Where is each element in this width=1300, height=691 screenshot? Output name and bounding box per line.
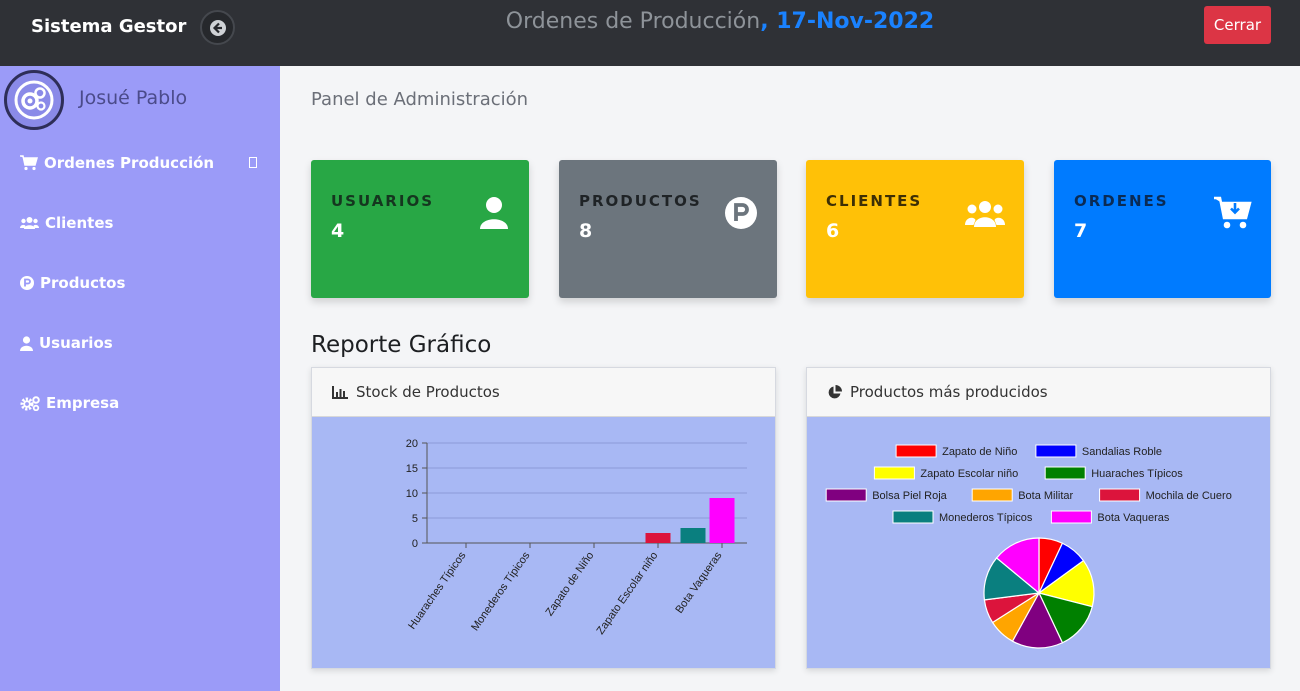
- x-tick-label: Bota Vaqueras: [673, 549, 724, 615]
- stock-chart-card: Stock de Productos 0 5 10 15 20 Huaraches Típ…: [311, 367, 776, 669]
- legend-swatch: [825, 488, 867, 502]
- card-label: ORDENES: [1074, 192, 1169, 210]
- legend-swatch: [1035, 444, 1077, 458]
- y-tick-label: 5: [412, 513, 418, 525]
- legend-label: Sandalias Roble: [1082, 446, 1162, 458]
- submenu-indicator-icon: [249, 157, 257, 168]
- legend-swatch: [895, 444, 937, 458]
- sidebar-item-clientes[interactable]: Clientes: [20, 214, 113, 232]
- sidebar-item-label: Usuarios: [39, 334, 113, 352]
- page-title-text: Ordenes de Producción: [505, 9, 761, 34]
- card-label: PRODUCTOS: [579, 192, 702, 210]
- legend-swatch: [892, 510, 934, 524]
- cart-download-icon: [1214, 196, 1252, 229]
- bar: [680, 528, 706, 543]
- card-usuarios[interactable]: USUARIOS 4: [311, 160, 529, 298]
- report-title: Reporte Gráfico: [311, 332, 492, 358]
- legend-swatch: [873, 466, 915, 480]
- pie-chart-card: Productos más producidos Zapato de Niño S…: [806, 367, 1271, 669]
- sidebar-item-empresa[interactable]: Empresa: [20, 394, 119, 412]
- legend-swatch: [1099, 488, 1141, 502]
- card-label: USUARIOS: [331, 192, 434, 210]
- chart-header: Productos más producidos: [807, 368, 1270, 417]
- chart-title: Productos más producidos: [850, 383, 1048, 401]
- card-clientes[interactable]: CLIENTES 6: [806, 160, 1024, 298]
- sidebar-item-label: Productos: [40, 274, 126, 292]
- bar: [709, 498, 735, 543]
- x-tick-label: Huaraches Típicos: [406, 549, 469, 631]
- chart-header: Stock de Productos: [312, 368, 775, 417]
- card-value: 7: [1074, 220, 1088, 242]
- x-tick-label: Zapato de Niño: [543, 550, 596, 618]
- card-value: 4: [331, 220, 345, 242]
- sidebar-item-label: Empresa: [46, 394, 120, 412]
- sidebar-item-ordenes[interactable]: Ordenes Producción: [20, 154, 214, 172]
- sidebar-item-productos[interactable]: Productos: [20, 274, 125, 292]
- avatar[interactable]: [4, 70, 64, 130]
- close-button[interactable]: Cerrar: [1204, 6, 1271, 44]
- card-label: CLIENTES: [826, 192, 923, 210]
- product-p-icon: [725, 197, 757, 229]
- user-icon: [480, 197, 508, 229]
- sidebar-item-label: Ordenes Producción: [44, 154, 215, 172]
- pie-chart-icon: [828, 384, 842, 398]
- bar: [645, 533, 671, 543]
- panel-title: Panel de Administración: [311, 89, 529, 110]
- legend-label: Huaraches Típicos: [1091, 468, 1183, 480]
- bar-chart-icon: [332, 385, 348, 399]
- page-title: Ordenes de Producción, 17-Nov-2022: [0, 9, 1300, 34]
- sidebar: Josué Pablo Ordenes Producción Clientes …: [0, 66, 280, 691]
- legend-label: Zapato de Niño: [942, 446, 1017, 458]
- cogs-icon: [20, 395, 40, 411]
- user-icon: [20, 335, 33, 351]
- legend-swatch: [971, 488, 1013, 502]
- page-title-date: , 17-Nov-2022: [760, 9, 935, 34]
- gears-logo-icon: [14, 80, 54, 120]
- card-productos[interactable]: PRODUCTOS 8: [559, 160, 777, 298]
- legend-label: Bolsa Piel Roja: [872, 490, 947, 502]
- chart-title: Stock de Productos: [356, 383, 500, 401]
- sidebar-item-usuarios[interactable]: Usuarios: [20, 334, 113, 352]
- bar-chart: 0 5 10 15 20 Huaraches Típicos Monederos Típic…: [406, 438, 747, 637]
- card-ordenes[interactable]: ORDENES 7: [1054, 160, 1271, 298]
- y-tick-label: 10: [406, 488, 418, 500]
- y-tick-label: 0: [412, 538, 418, 550]
- card-value: 6: [826, 220, 840, 242]
- y-tick-label: 20: [406, 438, 418, 450]
- users-icon: [20, 217, 39, 229]
- legend-label: Bota Vaqueras: [1097, 512, 1169, 524]
- legend-label: Zapato Escolar niño: [920, 468, 1018, 480]
- product-p-icon: [20, 276, 34, 290]
- x-tick-label: Monederos Típicos: [469, 549, 533, 633]
- pie-chart: Zapato de Niño Sandalias Roble Zapato Esco…: [825, 444, 1232, 649]
- users-icon: [965, 201, 1005, 227]
- legend-label: Monederos Típicos: [939, 512, 1033, 524]
- legend-swatch: [1050, 510, 1092, 524]
- sidebar-item-label: Clientes: [45, 214, 114, 232]
- legend-label: Bota Militar: [1018, 490, 1073, 502]
- user-name: Josué Pablo: [79, 87, 188, 109]
- x-tick-label: Zapato Escolar niño: [595, 550, 661, 637]
- legend-label: Mochila de Cuero: [1146, 490, 1232, 502]
- cart-icon: [20, 155, 38, 171]
- card-value: 8: [579, 220, 593, 242]
- legend-swatch: [1044, 466, 1086, 480]
- y-tick-label: 15: [406, 463, 418, 475]
- top-bar: Sistema Gestor Ordenes de Producción, 17…: [0, 0, 1300, 66]
